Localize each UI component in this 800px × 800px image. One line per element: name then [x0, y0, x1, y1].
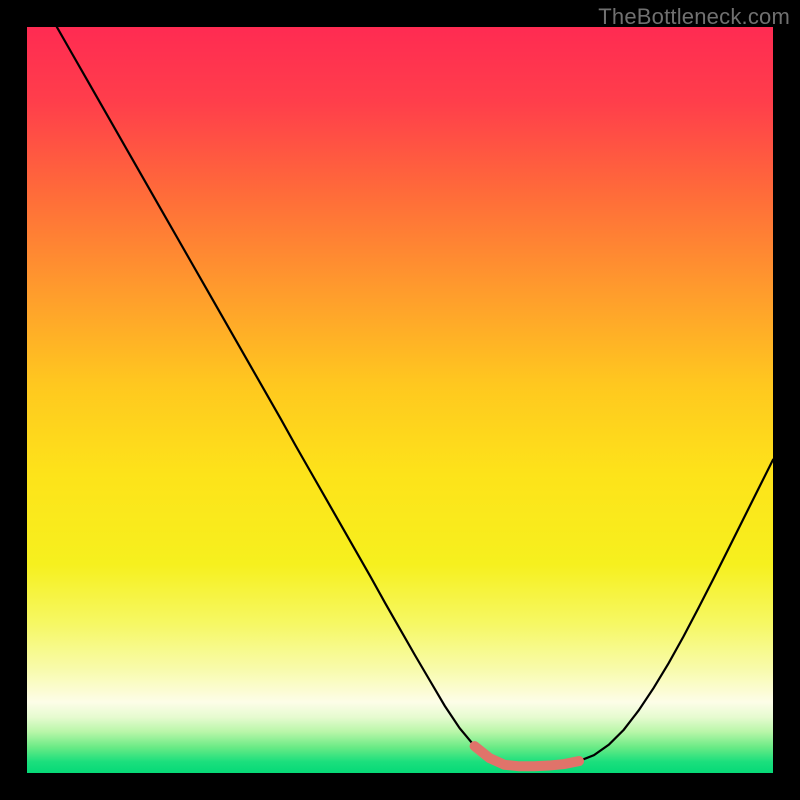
attribution-label: TheBottleneck.com — [598, 4, 790, 30]
bottleneck-chart — [0, 0, 800, 800]
chart-frame: TheBottleneck.com — [0, 0, 800, 800]
gradient-background — [27, 27, 773, 773]
